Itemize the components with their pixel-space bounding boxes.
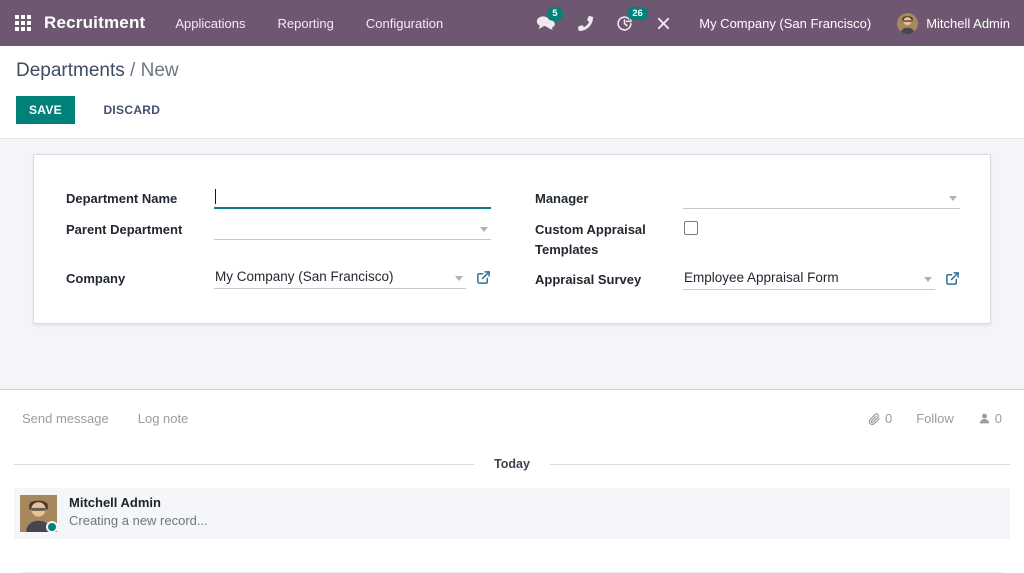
navbar-systray: 5 26 My Company (San Francisco) Mitchell… [513, 6, 1010, 34]
user-avatar [897, 12, 919, 34]
parent-department-input[interactable] [214, 217, 491, 240]
date-divider-label: Today [494, 457, 530, 471]
breadcrumb: Departments / New [16, 60, 1024, 82]
chevron-down-icon[interactable] [480, 227, 488, 232]
activities-badge: 26 [627, 6, 648, 20]
department-name-input[interactable] [214, 186, 491, 209]
online-status-dot [46, 521, 58, 533]
tools-button[interactable] [656, 16, 671, 31]
form-left-column: Department Name Parent Department Compan… [66, 186, 491, 298]
breadcrumb-current: New [140, 60, 179, 81]
chevron-down-icon[interactable] [455, 276, 463, 281]
follower-count: 0 [994, 411, 1002, 426]
attachments-button[interactable]: 0 [867, 411, 892, 426]
chatter-actions: 0 Follow 0 [843, 411, 1002, 426]
messages-button[interactable]: 5 [536, 7, 563, 31]
company-external-link-icon[interactable] [476, 270, 491, 285]
divider-line [14, 463, 475, 465]
appraisal-survey-input[interactable]: Employee Appraisal Form [683, 267, 935, 290]
activities-button[interactable]: 26 [616, 6, 648, 32]
followers-button[interactable]: 0 [978, 411, 1002, 426]
attachment-count: 0 [884, 411, 893, 426]
calls-button[interactable] [578, 15, 594, 31]
button-row: SAVE DISCARD [16, 96, 1024, 124]
company-switcher[interactable]: My Company (San Francisco) [699, 16, 871, 31]
user-menu[interactable]: Mitchell Admin [897, 12, 1010, 34]
discard-button[interactable]: DISCARD [93, 96, 170, 124]
message-author: Mitchell Admin [69, 495, 161, 510]
chevron-down-icon[interactable] [949, 196, 957, 201]
company-label: Company [66, 271, 126, 286]
custom-appraisal-templates-label: Custom Appraisal Templates [535, 222, 646, 257]
appraisal-survey-external-link-icon[interactable] [945, 271, 960, 286]
follow-label: Follow [916, 411, 954, 426]
apps-menu-icon[interactable] [15, 15, 31, 31]
send-message-button[interactable]: Send message [22, 411, 109, 426]
manager-input[interactable] [683, 186, 960, 209]
company-input[interactable]: My Company (San Francisco) [214, 266, 466, 289]
user-name: Mitchell Admin [926, 15, 1010, 31]
department-name-label: Department Name [66, 191, 178, 206]
save-button[interactable]: SAVE [16, 96, 75, 124]
chatter: Send message Log note 0 Follow 0 Today M… [0, 390, 1024, 573]
crossed-tools-icon [656, 16, 671, 31]
divider-line [549, 463, 1011, 465]
chatter-toolbar: Send message Log note 0 Follow 0 [22, 411, 1002, 426]
manager-label: Manager [535, 191, 589, 206]
log-note-button[interactable]: Log note [138, 411, 189, 426]
date-divider: Today [14, 457, 1011, 471]
main-menus: Applications Reporting Configuration [159, 0, 459, 46]
chatter-message[interactable]: Mitchell Admin Creating a new record... [14, 488, 1010, 539]
breadcrumb-departments[interactable]: Departments [16, 60, 125, 81]
form-view-background: Department Name Parent Department Compan… [0, 139, 1024, 390]
top-navbar: Recruitment Applications Reporting Confi… [0, 0, 1024, 46]
messages-badge: 5 [547, 7, 563, 21]
form-sheet: Department Name Parent Department Compan… [33, 154, 991, 324]
app-title[interactable]: Recruitment [44, 13, 145, 33]
message-content: Mitchell Admin Creating a new record... [69, 492, 208, 535]
custom-appraisal-templates-checkbox[interactable] [684, 221, 698, 235]
paperclip-icon [867, 412, 885, 426]
phone-icon [578, 15, 594, 31]
menu-reporting[interactable]: Reporting [262, 0, 350, 46]
form-right-column: Manager Custom Appraisal Templates Appra… [535, 186, 960, 298]
message-body: Creating a new record... [69, 513, 208, 528]
menu-configuration[interactable]: Configuration [350, 0, 459, 46]
breadcrumb-separator: / [124, 60, 141, 81]
menu-applications[interactable]: Applications [159, 0, 261, 46]
follow-button[interactable]: Follow [916, 411, 954, 426]
chevron-down-icon[interactable] [924, 277, 932, 282]
control-panel: Departments / New SAVE DISCARD [0, 46, 1024, 139]
message-avatar-wrap [20, 495, 58, 533]
appraisal-survey-label: Appraisal Survey [535, 272, 642, 287]
follower-person-icon [978, 412, 995, 425]
text-cursor [215, 189, 216, 204]
parent-department-label: Parent Department [66, 222, 183, 237]
